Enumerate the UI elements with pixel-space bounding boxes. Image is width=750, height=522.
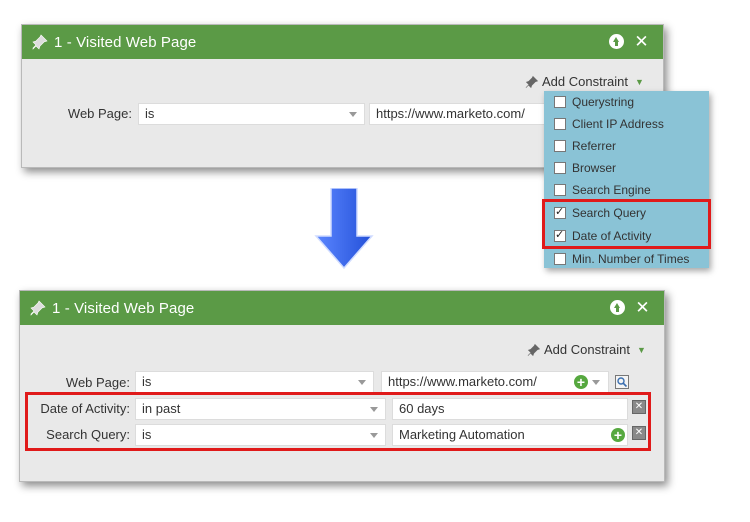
option-referrer[interactable]: Referrer xyxy=(544,135,709,157)
lookup-icon[interactable] xyxy=(615,375,629,389)
pin-icon xyxy=(525,75,539,88)
option-label: Browser xyxy=(572,161,617,175)
web-page-label: Web Page: xyxy=(67,106,132,121)
close-icon[interactable]: ✕ xyxy=(635,299,650,316)
option-client-ip[interactable]: Client IP Address xyxy=(544,113,709,135)
checkbox[interactable] xyxy=(554,162,566,174)
dropdown-highlight xyxy=(542,199,711,249)
option-search-engine[interactable]: Search Engine xyxy=(544,179,709,201)
web-page-operator-select[interactable]: is xyxy=(135,371,374,393)
option-label: Min. Number of Times xyxy=(572,252,690,266)
move-up-icon[interactable] xyxy=(610,300,625,315)
chevron-down-icon: ▼ xyxy=(637,344,646,355)
operator-value: is xyxy=(145,106,155,121)
caret-down-icon xyxy=(358,380,366,385)
pin-icon xyxy=(30,300,46,316)
bottom-filter-panel: 1 - Visited Web Page ✕ Add Constraint ▼ … xyxy=(19,290,665,482)
option-label: Search Engine xyxy=(572,183,651,197)
option-label: Referrer xyxy=(572,139,617,153)
web-page-value-input[interactable]: https://www.marketo.com/ + xyxy=(381,371,609,393)
checkbox[interactable] xyxy=(554,253,566,265)
checkbox[interactable] xyxy=(554,184,566,196)
option-label: Client IP Address xyxy=(572,117,664,131)
web-page-operator-select[interactable]: is xyxy=(138,103,365,125)
move-up-icon[interactable] xyxy=(609,34,624,49)
option-browser[interactable]: Browser xyxy=(544,157,709,179)
filter-header: 1 - Visited Web Page ✕ xyxy=(20,291,664,325)
checkbox[interactable] xyxy=(554,96,566,108)
filter-title: 1 - Visited Web Page xyxy=(52,299,195,317)
web-page-value: https://www.marketo.com/ xyxy=(388,374,537,389)
close-icon[interactable]: ✕ xyxy=(634,33,649,50)
down-arrow-icon xyxy=(314,188,374,270)
web-page-value: https://www.marketo.com/ xyxy=(376,106,525,121)
caret-down-icon xyxy=(349,112,357,117)
checkbox[interactable] xyxy=(554,140,566,152)
filter-header: 1 - Visited Web Page ✕ xyxy=(22,25,663,59)
add-constraint-label: Add Constraint xyxy=(542,74,628,89)
pin-icon xyxy=(527,343,541,356)
option-querystring[interactable]: Querystring xyxy=(544,91,709,113)
operator-value: is xyxy=(142,374,152,389)
filter-title: 1 - Visited Web Page xyxy=(54,33,197,51)
web-page-label: Web Page: xyxy=(65,375,130,390)
add-constraint-button[interactable]: Add Constraint ▼ xyxy=(527,342,646,357)
option-min-number[interactable]: Min. Number of Times xyxy=(544,248,709,270)
add-constraint-button[interactable]: Add Constraint ▼ xyxy=(525,74,644,89)
add-constraint-label: Add Constraint xyxy=(544,342,630,357)
new-constraints-highlight xyxy=(25,392,651,451)
option-label: Querystring xyxy=(572,95,635,109)
add-icon[interactable]: + xyxy=(574,375,588,389)
checkbox[interactable] xyxy=(554,118,566,130)
caret-down-icon[interactable] xyxy=(592,380,600,385)
web-page-value-input[interactable]: https://www.marketo.com/ xyxy=(369,103,549,125)
pin-icon xyxy=(32,34,48,50)
chevron-down-icon: ▼ xyxy=(635,76,644,87)
